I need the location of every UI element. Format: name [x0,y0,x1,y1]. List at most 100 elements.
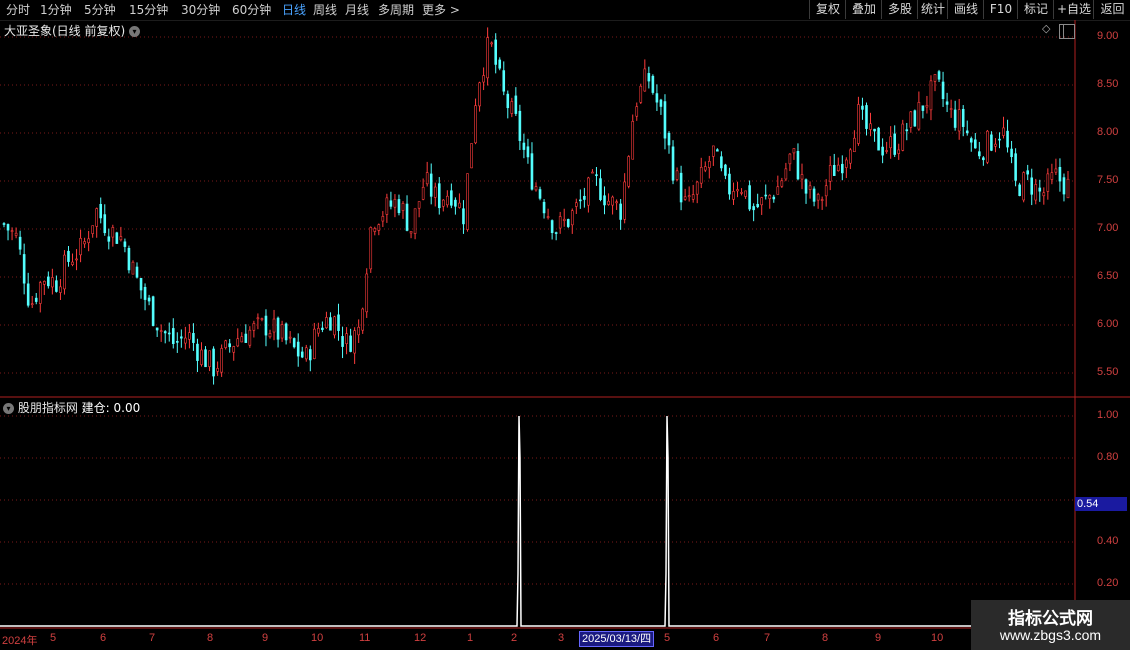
candle-body [381,216,385,222]
candle-body [623,181,626,220]
candle-body [107,236,111,242]
candle-body [998,138,1001,141]
candle-body [373,228,377,232]
candle-body [591,171,594,174]
candle-body [224,340,227,348]
candle-body [804,179,808,194]
candle-body [1050,172,1054,180]
chevron-down-icon[interactable]: ▾ [3,403,14,414]
y-tick: 6.50 [1097,270,1119,282]
candle-body [651,75,655,93]
candle-body [409,231,413,234]
candle-body [990,134,993,151]
chevron-down-icon[interactable]: ▾ [129,26,141,37]
candle-body [768,195,772,199]
candle-body [687,195,691,198]
candle-body [228,343,231,348]
candle-body [151,296,155,326]
x-tick: 5 [664,632,671,644]
candle-body [1046,173,1050,192]
candle-body [994,143,997,147]
candle-body [139,277,143,291]
candle-body [526,146,530,158]
candle-body [10,230,14,232]
candle-body [196,343,199,361]
y-tick: 7.00 [1097,222,1119,234]
candle-body [607,200,610,205]
candle-body [518,110,522,141]
candle-body [583,195,586,200]
candle-body [494,39,497,65]
candle-body [478,82,481,107]
candle-body [6,224,10,231]
candle-body [562,218,566,221]
y-tick: 6.00 [1097,318,1119,330]
candle-body [558,216,562,229]
y-tick: 5.50 [1097,366,1119,378]
candle-body [772,196,776,200]
candle-body [941,81,945,100]
candle-body [99,203,103,219]
x-tick: 8 [822,632,829,644]
indicator-title-row: ▾ 股朋指标网 建仓: 0.00 [3,399,140,416]
candle-body [309,349,312,361]
candle-body [393,199,397,208]
candle-body [506,93,510,109]
candle-body [897,149,901,154]
candle-body [365,273,369,313]
x-tick: 8 [207,632,214,644]
candle-body [212,348,215,377]
candle-body [159,330,163,332]
stock-title: 大亚圣象(日线 前复权) [4,24,126,38]
candle-body [498,59,502,69]
candle-body [647,73,651,82]
candle-body [369,227,373,270]
candle-body [796,151,800,180]
candle-body [2,223,6,225]
candle-body [26,283,30,306]
candle-body [401,203,405,211]
y-tick: 8.00 [1097,126,1119,138]
x-tick: 3 [558,632,565,644]
chart-area[interactable] [0,0,1130,650]
candle-body [413,208,417,234]
candle-body [67,250,70,262]
candle-body [1058,167,1062,182]
layout-toggle-icon[interactable] [1059,24,1075,39]
candle-body [244,333,248,343]
candle-body [849,149,852,164]
candle-body [135,266,139,278]
diamond-icon[interactable]: ◇ [1042,22,1050,35]
candle-body [167,332,171,335]
candle-body [816,194,820,201]
candle-body [345,333,348,345]
candle-body [776,186,780,195]
candle-body [502,70,506,92]
candle-body [333,316,336,336]
candle-body [800,174,804,180]
candle-body [949,108,953,110]
candle-body [280,324,284,339]
candle-body [982,157,985,161]
candle-body [482,75,485,83]
candle-body [38,282,42,304]
cursor-date-label: 2025/03/13/四 [579,631,655,647]
candle-body [268,333,272,338]
candle-body [143,286,147,300]
candle-body [695,181,699,195]
candle-body [933,74,937,82]
candle-body [171,328,175,344]
x-tick: 7 [764,632,771,644]
candle-body [204,349,207,368]
candle-body [208,350,211,367]
candle-body [1014,153,1017,181]
y-tick: 7.50 [1097,174,1119,186]
candle-body [292,338,296,348]
candle-body [317,327,320,334]
candle-body [853,137,856,153]
candle-body [925,104,929,108]
candle-body [95,208,98,227]
candle-body [885,150,888,152]
candle-body [260,318,264,320]
candle-body [788,153,792,165]
